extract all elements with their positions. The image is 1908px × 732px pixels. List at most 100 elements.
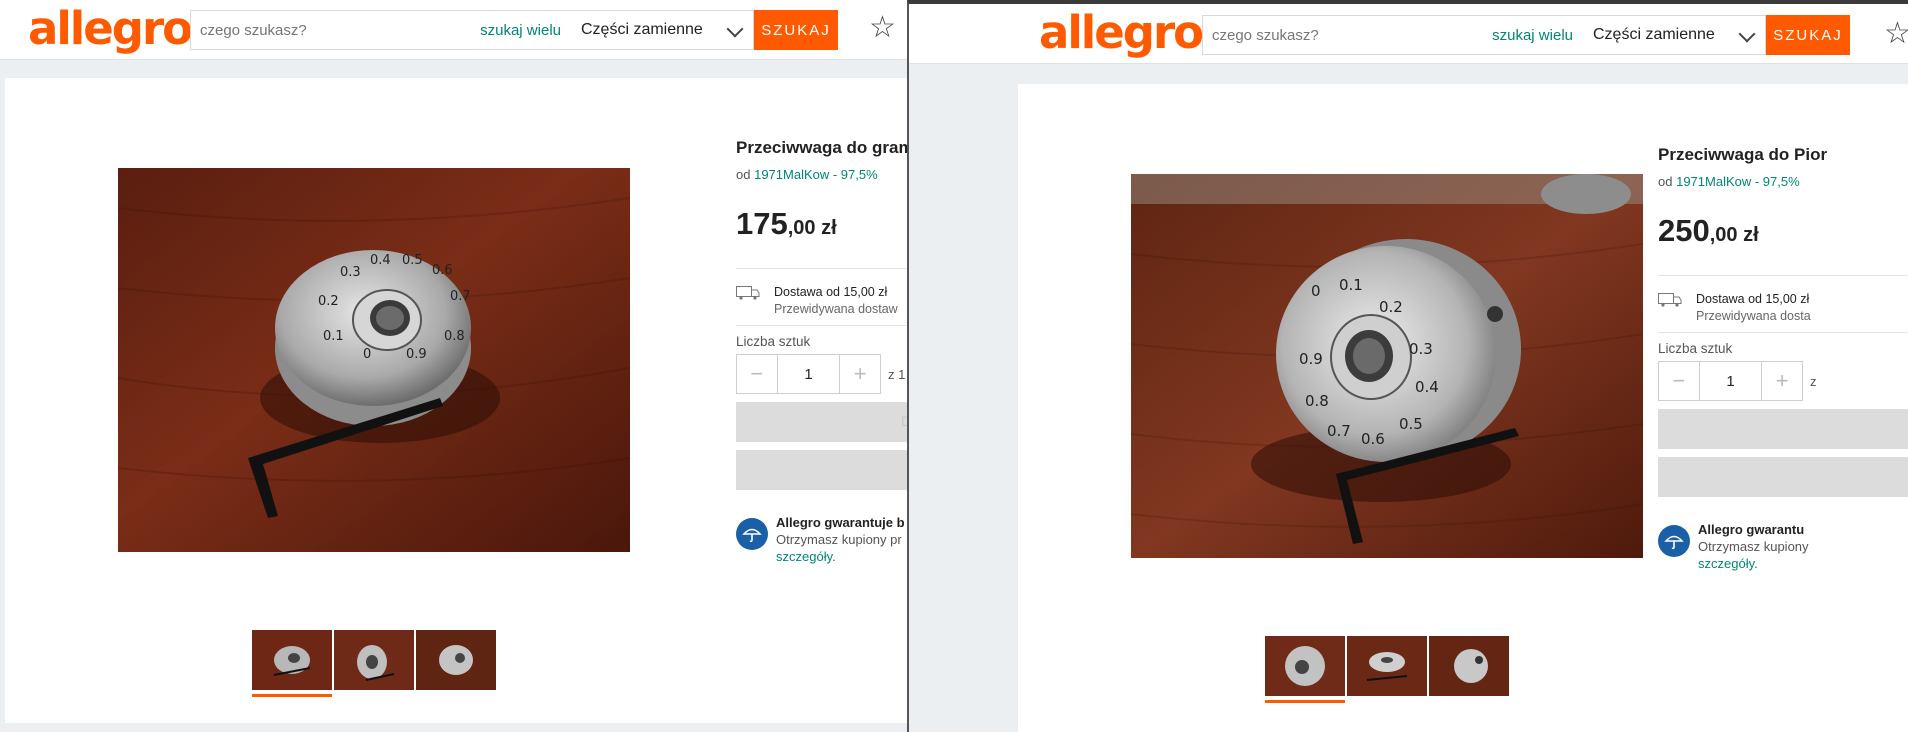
scale-mark: 0.4: [1415, 378, 1439, 396]
scale-mark: 0.5: [402, 253, 423, 268]
star-icon[interactable]: ☆: [1884, 16, 1908, 51]
allegro-logo[interactable]: allegro: [1039, 6, 1204, 59]
scale-mark: 0.6: [432, 263, 453, 278]
search-many-link[interactable]: szukaj wielu: [1492, 27, 1581, 44]
product-panel: 0 0.1 0.2 0.3 0.4 0.5 0.6 0.7 0.8 0.9 Pr…: [1018, 84, 1908, 732]
scale-mark: 0.9: [1299, 350, 1323, 368]
product-main-image[interactable]: 0.1 0.2 0.3 0.4 0.5 0.6 0.7 0.8 0.9 0: [118, 168, 630, 552]
product-price: 175,00 zł: [736, 206, 837, 242]
guarantee-info: Allegro gwarantuje b Otrzymasz kupiony p…: [776, 514, 905, 565]
guarantee-title: Allegro gwarantu: [1698, 522, 1805, 537]
search-box[interactable]: czego szukasz? szukaj wielu: [190, 10, 570, 50]
search-input[interactable]: czego szukasz?: [1203, 27, 1492, 44]
divider: [736, 268, 907, 269]
search-box[interactable]: czego szukasz? szukaj wielu: [1202, 15, 1582, 55]
seller-info: od 1971MalKow - 97,5%: [736, 167, 878, 182]
chevron-down-icon: [1738, 25, 1756, 43]
seller-prefix: od: [1658, 174, 1673, 189]
buy-now-button[interactable]: [1658, 409, 1908, 449]
guarantee-text: Otrzymasz kupiony pr: [776, 532, 902, 547]
scale-mark: 0.1: [323, 329, 344, 344]
thumbnail-3[interactable]: [1429, 636, 1509, 696]
seller-link[interactable]: 1971MalKow - 97,5%: [754, 167, 878, 182]
guarantee-details-link[interactable]: szczegóły: [776, 549, 832, 564]
category-select[interactable]: Części zamienne: [569, 10, 754, 50]
quantity-stepper[interactable]: − 1 +: [736, 354, 881, 394]
product-photo-svg: 0 0.1 0.2 0.3 0.4 0.5 0.6 0.7 0.8 0.9: [1131, 174, 1643, 558]
scale-mark: 0: [363, 347, 371, 362]
active-thumbnail-indicator: [1265, 700, 1345, 703]
quantity-available: z: [1810, 374, 1817, 389]
quantity-input[interactable]: 1: [1698, 362, 1763, 400]
delivery-estimate[interactable]: Przewidywana dostaw: [774, 301, 898, 318]
guarantee-text: Otrzymasz kupiony: [1698, 539, 1809, 554]
divider: [1658, 275, 1908, 276]
scale-mark: 0.8: [444, 329, 465, 344]
delivery-info: Dostawa od 15,00 zł Przewidywana dostaw: [774, 284, 898, 318]
seller-link[interactable]: 1971MalKow - 97,5%: [1676, 174, 1800, 189]
scale-mark: 0.9: [406, 347, 427, 362]
search-button[interactable]: SZUKAJ: [1766, 15, 1850, 55]
truck-icon: [1658, 293, 1682, 307]
category-select-value: Części zamienne: [581, 21, 703, 38]
delivery-price: Dostawa od 15,00 zł: [1696, 292, 1810, 306]
plus-icon[interactable]: +: [1762, 362, 1802, 400]
plus-icon[interactable]: +: [840, 355, 880, 393]
browser-window-right: allegro czego szukasz? szukaj wielu Częś…: [907, 0, 1908, 732]
search-input[interactable]: czego szukasz?: [191, 22, 480, 39]
minus-icon[interactable]: −: [737, 355, 777, 393]
umbrella-icon: [1658, 525, 1690, 557]
scale-mark: 0.2: [1379, 298, 1403, 316]
quantity-label: Liczba sztuk: [736, 334, 811, 349]
thumbnail-3[interactable]: [416, 630, 496, 690]
scale-mark: 0.5: [1399, 415, 1423, 433]
thumbnail-1[interactable]: [1265, 636, 1345, 696]
chevron-down-icon: [726, 20, 744, 38]
umbrella-icon: [736, 518, 768, 550]
truck-icon: [736, 286, 760, 300]
scale-mark: 0.7: [450, 289, 471, 304]
divider: [736, 325, 907, 326]
scale-mark: 0.2: [318, 294, 339, 309]
quantity-label: Liczba sztuk: [1658, 341, 1733, 356]
add-to-cart-button[interactable]: [1658, 457, 1908, 497]
seller-info: od 1971MalKow - 97,5%: [1658, 174, 1800, 189]
price-integer: 250: [1658, 213, 1710, 248]
scale-mark: 0.7: [1327, 422, 1351, 440]
browser-window-left: allegro czego szukasz? szukaj wielu Częś…: [0, 0, 907, 732]
scale-mark: 0.4: [370, 253, 391, 268]
search-many-link[interactable]: szukaj wielu: [480, 22, 569, 39]
allegro-logo[interactable]: allegro: [28, 2, 193, 55]
product-photo-svg: 0.1 0.2 0.3 0.4 0.5 0.6 0.7 0.8 0.9 0: [118, 168, 630, 552]
quantity-input[interactable]: 1: [776, 355, 841, 393]
price-decimal: ,00 zł: [1709, 224, 1759, 246]
category-select-value: Części zamienne: [1593, 26, 1715, 43]
add-to-cart-button[interactable]: [736, 450, 907, 490]
delivery-estimate[interactable]: Przewidywana dosta: [1696, 308, 1811, 325]
guarantee-title: Allegro gwarantuje b: [776, 515, 905, 530]
buy-now-button[interactable]: D: [736, 402, 907, 442]
category-select[interactable]: Części zamienne: [1581, 15, 1766, 55]
quantity-stepper[interactable]: − 1 +: [1658, 361, 1803, 401]
star-icon[interactable]: ☆: [869, 10, 896, 45]
guarantee-details-link[interactable]: szczegóły: [1698, 556, 1754, 571]
scale-mark: 0.1: [1339, 276, 1363, 294]
price-decimal: ,00 zł: [787, 217, 837, 239]
minus-icon[interactable]: −: [1659, 362, 1699, 400]
product-title: Przeciwwaga do gramo: [736, 138, 907, 157]
price-integer: 175: [736, 206, 788, 241]
active-thumbnail-indicator: [252, 694, 332, 697]
delivery-price: Dostawa od 15,00 zł: [774, 285, 888, 299]
thumbnail-2[interactable]: [1347, 636, 1427, 696]
thumbnail-1[interactable]: [252, 630, 332, 690]
product-price: 250,00 zł: [1658, 213, 1759, 249]
product-main-image[interactable]: 0 0.1 0.2 0.3 0.4 0.5 0.6 0.7 0.8 0.9: [1131, 174, 1643, 558]
scale-mark: 0.6: [1361, 430, 1385, 448]
product-title: Przeciwwaga do Pior: [1658, 145, 1828, 164]
guarantee-dot: .: [1754, 556, 1758, 571]
search-button[interactable]: SZUKAJ: [754, 10, 838, 50]
site-header: allegro czego szukasz? szukaj wielu Częś…: [909, 4, 1908, 64]
divider: [1658, 332, 1908, 333]
thumbnail-2[interactable]: [334, 630, 414, 690]
scale-mark: 0.8: [1305, 392, 1329, 410]
